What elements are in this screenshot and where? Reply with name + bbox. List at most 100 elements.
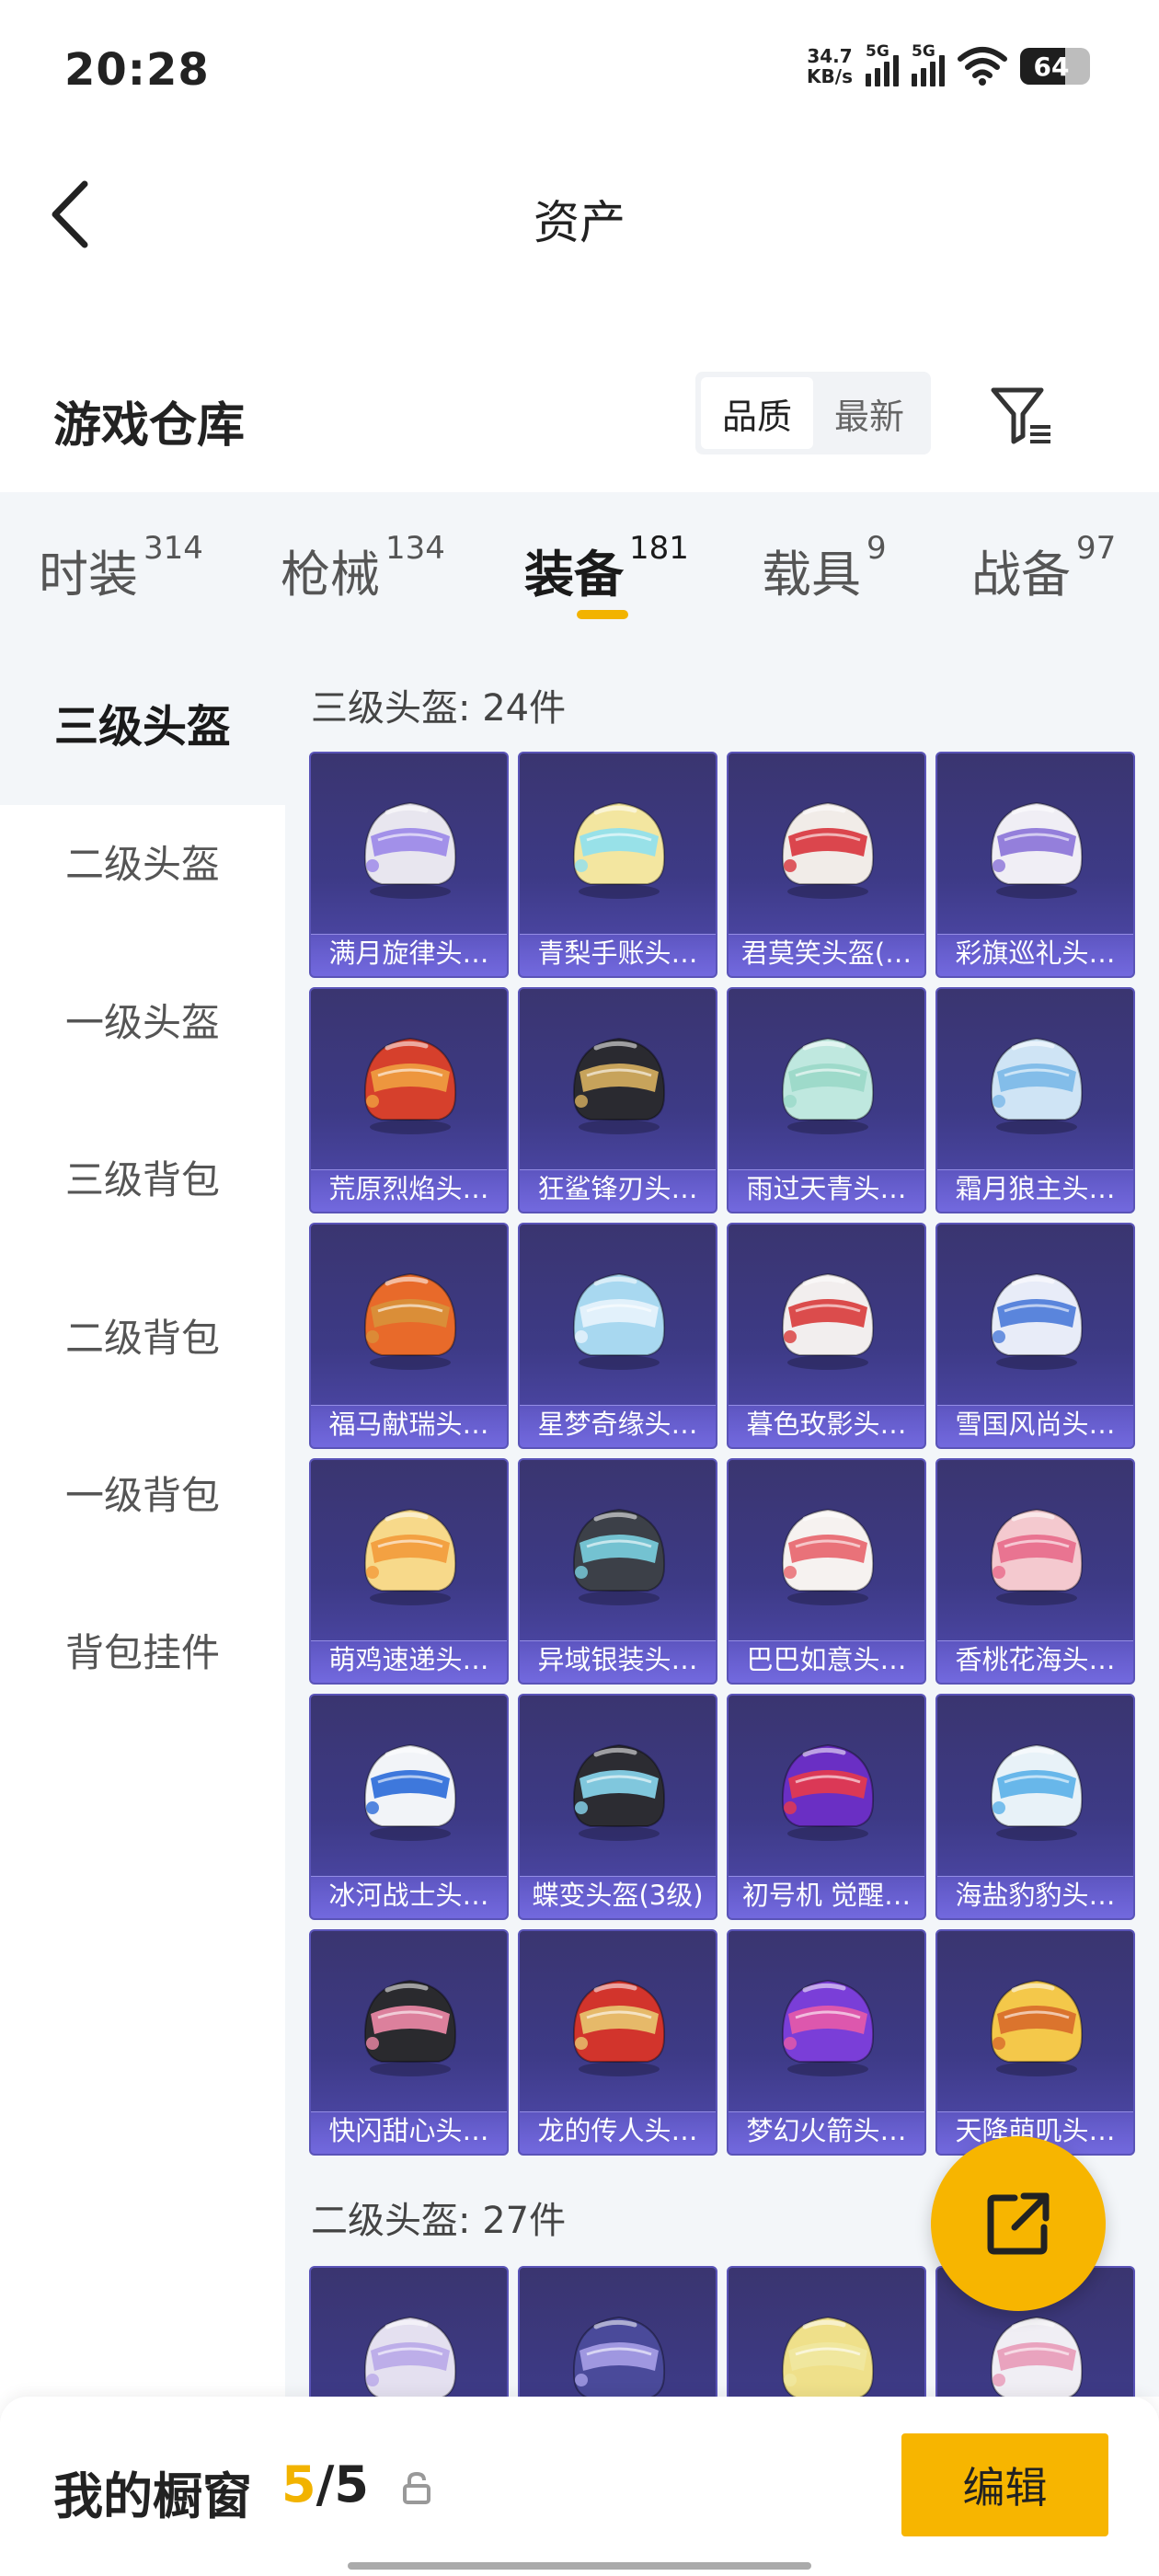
helmet-icon — [363, 1508, 457, 1605]
item-list[interactable]: 三级头盔: 24件 满月旋律头… 青梨手账头… 君莫笑头盔(… 彩旗巡礼头… 荒原烈焰头… — [285, 649, 1159, 2397]
helmet-icon — [363, 2316, 457, 2397]
filter-button[interactable] — [984, 379, 1058, 453]
item-card[interactable]: 福马献瑞头… — [309, 1223, 509, 1449]
helmet-icon — [363, 1979, 457, 2076]
item-card[interactable] — [309, 2266, 509, 2397]
tab-supplies[interactable]: 战备 97 — [971, 530, 1116, 606]
item-name: 香桃花海头… — [955, 1644, 1116, 1675]
item-card[interactable]: 异域银装头… — [518, 1458, 717, 1685]
item-card[interactable] — [518, 2266, 717, 2397]
item-card[interactable]: 香桃花海头… — [935, 1458, 1135, 1685]
item-card[interactable]: 暮色玫影头… — [727, 1223, 926, 1449]
showcase-count-separator: / — [316, 2455, 335, 2513]
item-card[interactable]: 雪国风尚头… — [935, 1223, 1135, 1449]
signal-icon: 5G — [866, 42, 899, 86]
tab-label: 战备 — [971, 546, 1071, 604]
helmet-icon — [363, 1272, 457, 1370]
helmet-icon — [363, 1037, 457, 1134]
item-name: 青梨手账头… — [537, 937, 698, 969]
sidebar-item-level1-backpack[interactable]: 一级背包 — [0, 1464, 285, 1528]
wifi-icon — [958, 47, 1007, 86]
item-name: 霜月狼主头… — [955, 1173, 1116, 1204]
showcase-count: 5/5 — [281, 2455, 369, 2513]
helmet-icon — [990, 1037, 1084, 1134]
item-name: 满月旋律头… — [328, 937, 489, 969]
share-button[interactable] — [931, 2136, 1106, 2311]
helmet-icon — [781, 2316, 875, 2397]
tab-count: 314 — [143, 530, 203, 567]
item-card[interactable] — [727, 2266, 926, 2397]
edit-button[interactable]: 编辑 — [901, 2433, 1108, 2536]
item-name: 彩旗巡礼头… — [955, 937, 1116, 969]
item-card[interactable]: 龙的传人头… — [518, 1929, 717, 2156]
helmet-icon — [781, 1979, 875, 2076]
item-card[interactable]: 梦幻火箭头… — [727, 1929, 926, 2156]
battery-level: 64 — [1033, 51, 1070, 82]
tab-equipment[interactable]: 装备 181 — [524, 530, 689, 606]
network-speed-value: 34.7 — [807, 45, 853, 67]
sort-option-quality[interactable]: 品质 — [701, 377, 813, 449]
active-tab-indicator — [577, 610, 628, 619]
page-title: 资产 — [534, 196, 625, 249]
tab-label: 装备 — [524, 546, 624, 604]
network-speed: 34.7 KB/s — [807, 46, 853, 86]
item-card[interactable]: 巴巴如意头… — [727, 1458, 926, 1685]
item-card[interactable]: 初号机 觉醒… — [727, 1694, 926, 1920]
item-name: 君莫笑头盔(… — [740, 937, 912, 969]
status-bar: 20:28 34.7 KB/s 5G 5G 64 — [0, 0, 1159, 138]
status-time: 20:28 — [64, 44, 210, 96]
showcase-count-current: 5 — [281, 2455, 316, 2513]
item-card[interactable]: 天降萌叽头… — [935, 1929, 1135, 2156]
item-card[interactable]: 冰河战士头… — [309, 1694, 509, 1920]
item-card[interactable]: 蝶变头盔(3级) — [518, 1694, 717, 1920]
share-icon — [987, 2192, 1050, 2255]
tab-guns[interactable]: 枪械 134 — [281, 530, 445, 606]
item-card[interactable]: 青梨手账头… — [518, 752, 717, 978]
sidebar-item-level3-helmet[interactable]: 三级头盔 — [0, 649, 285, 805]
helmet-icon — [363, 1743, 457, 1841]
sidebar-item-level1-helmet[interactable]: 一级头盔 — [0, 991, 285, 1055]
item-card[interactable]: 荒原烈焰头… — [309, 987, 509, 1213]
item-name: 快闪甜心头… — [328, 2115, 489, 2146]
sidebar-item-level3-backpack[interactable]: 三级背包 — [0, 1148, 285, 1213]
sort-option-newest[interactable]: 最新 — [813, 377, 925, 449]
tab-fashion[interactable]: 时装 314 — [39, 530, 203, 606]
tab-count: 134 — [385, 530, 445, 567]
item-card[interactable]: 狂鲨锋刃头… — [518, 987, 717, 1213]
sidebar-item-backpack-charm[interactable]: 背包挂件 — [0, 1621, 285, 1685]
signal-icon: 5G — [912, 42, 945, 86]
helmet-icon — [781, 1037, 875, 1134]
item-name: 狂鲨锋刃头… — [537, 1173, 698, 1204]
item-card[interactable]: 雨过天青头… — [727, 987, 926, 1213]
helmet-icon — [572, 1743, 666, 1841]
item-card[interactable]: 霜月狼主头… — [935, 987, 1135, 1213]
item-name: 萌鸡速递头… — [328, 1644, 489, 1675]
item-card[interactable]: 萌鸡速递头… — [309, 1458, 509, 1685]
item-name: 福马献瑞头… — [328, 1409, 489, 1440]
tab-vehicles[interactable]: 载具 9 — [762, 530, 887, 606]
item-grid-level3-helmet: 满月旋律头… 青梨手账头… 君莫笑头盔(… 彩旗巡礼头… 荒原烈焰头… 狂鲨锋刃头… 雨过天… — [309, 752, 1135, 2156]
item-card[interactable]: 满月旋律头… — [309, 752, 509, 978]
helmet-icon — [363, 801, 457, 899]
helmet-icon — [990, 2316, 1084, 2397]
tab-count: 181 — [629, 530, 689, 567]
item-card[interactable]: 海盐豹豹头… — [935, 1694, 1135, 1920]
helmet-icon — [990, 1743, 1084, 1841]
item-card[interactable]: 星梦奇缘头… — [518, 1223, 717, 1449]
helmet-icon — [781, 1508, 875, 1605]
signal-label: 5G — [912, 42, 935, 61]
group-label-level3-helmet: 三级头盔: 24件 — [311, 687, 567, 730]
helmet-icon — [990, 1508, 1084, 1605]
sidebar-item-level2-backpack[interactable]: 二级背包 — [0, 1306, 285, 1371]
status-icons: 34.7 KB/s 5G 5G 64 — [807, 42, 1090, 86]
signal-label: 5G — [866, 42, 889, 61]
item-name: 荒原烈焰头… — [328, 1173, 489, 1204]
item-card[interactable]: 快闪甜心头… — [309, 1929, 509, 2156]
item-name: 异域银装头… — [537, 1644, 698, 1675]
category-tabs: 时装 314 枪械 134 装备 181 载具 9 战备 97 — [0, 492, 1159, 649]
item-card[interactable]: 君莫笑头盔(… — [727, 752, 926, 978]
sidebar: 三级头盔 二级头盔 一级头盔 三级背包 二级背包 一级背包 背包挂件 — [0, 649, 285, 2406]
item-card[interactable]: 彩旗巡礼头… — [935, 752, 1135, 978]
sidebar-item-level2-helmet[interactable]: 二级头盔 — [0, 833, 285, 897]
helmet-icon — [781, 801, 875, 899]
